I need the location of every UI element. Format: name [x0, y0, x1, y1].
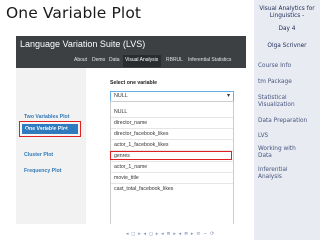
sidebar-item-working-with-data[interactable]: Working with Data [258, 146, 298, 160]
option-divider [111, 139, 233, 140]
side-link-three-variables-plot[interactable]: Three Variables Plot [24, 129, 76, 136]
option-divider [111, 161, 233, 162]
select-label: Select one variable [110, 80, 157, 86]
sidebar-item-data-preparation[interactable]: Data Preparation [258, 118, 318, 125]
nav-inferential-statistics[interactable]: Inferential Statistics [188, 57, 231, 63]
side-link-frequency-plot[interactable]: Frequency Plot [24, 168, 61, 175]
sidebar-author: Olga Scrivner [267, 43, 307, 49]
app-header: Language Variation Suite (LVS) About Dem… [16, 36, 246, 68]
select-value: NULL [114, 93, 128, 99]
option-divider [111, 172, 233, 173]
sidebar-item-statistical-visualization[interactable]: Statistical Visualization [258, 95, 318, 109]
dropdown-option[interactable]: actor_1_name [114, 164, 147, 170]
sidebar-day: Day 4 [278, 26, 296, 32]
dropdown-option[interactable]: director_name [114, 120, 147, 126]
sidebar-item-tm-package[interactable]: tm Package [258, 79, 318, 86]
nav-demo[interactable]: Demo [92, 57, 105, 63]
dropdown-option[interactable]: actor_1_facebook_likes [114, 142, 169, 148]
sidebar-item-course-info[interactable]: Course Info [258, 63, 318, 70]
beamer-sidebar: Visual Analytics for Linguistics - Day 4… [254, 0, 320, 240]
nav-about[interactable]: About [74, 57, 87, 63]
dropdown-option[interactable]: NULL [114, 109, 127, 115]
sidebar-item-lvs[interactable]: LVS [258, 133, 318, 140]
nav-rbrul[interactable]: RBRUL [166, 57, 183, 63]
app-brand: Language Variation Suite (LVS) [20, 39, 146, 49]
variable-dropdown: NULL director_name director_facebook_lik… [110, 101, 234, 224]
side-link-two-variables-plot[interactable]: Two Variables Plot [24, 114, 69, 121]
dropdown-option[interactable]: movie_title [114, 175, 139, 181]
option-divider [111, 183, 233, 184]
caret-down-icon: ▾ [226, 92, 230, 99]
option-divider [111, 128, 233, 129]
nav-visual-analysis[interactable]: Visual Analysis [125, 57, 158, 63]
beamer-nav-controls[interactable]: ◂ ◻ ▸ ◂ ◻ ▸ ◂ ≣ ▸ ◂ ≣ ▸ ≡ ∽ ⟳ [126, 231, 252, 239]
sidebar-item-inferential-analysis[interactable]: Inferential Analysis [258, 167, 302, 181]
sidebar-course-title: Visual Analytics for Linguistics - [259, 6, 315, 19]
app-sidebar: One Variable Plot [16, 68, 86, 224]
app-screenshot: Language Variation Suite (LVS) About Dem… [16, 36, 246, 224]
dropdown-option[interactable]: director_facebook_likes [114, 131, 169, 137]
slide: One Variable Plot Language Variation Sui… [0, 0, 254, 240]
option-divider [111, 117, 233, 118]
slide-title: One Variable Plot [6, 4, 142, 22]
nav-data[interactable]: Data [109, 57, 120, 63]
genres-highlight-box [110, 151, 232, 160]
dropdown-option[interactable]: cast_total_facebook_likes [114, 186, 173, 192]
side-link-cluster-plot[interactable]: Cluster Plot [24, 152, 53, 159]
